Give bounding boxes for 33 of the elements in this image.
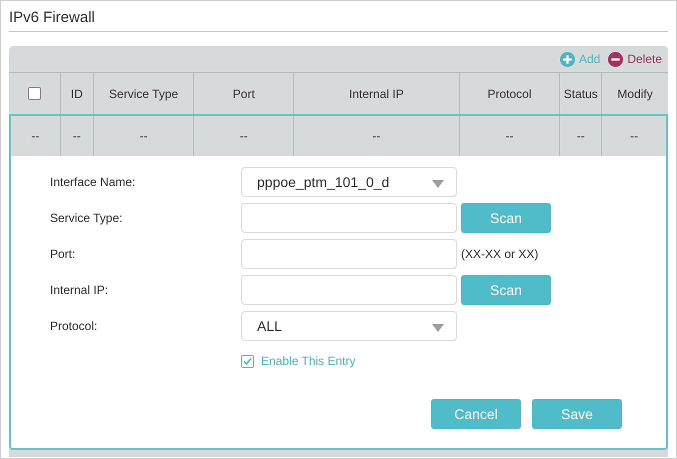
scan-button[interactable]: Scan — [461, 275, 551, 305]
input-field[interactable] — [241, 239, 457, 269]
input-field[interactable] — [241, 203, 457, 233]
checkbox[interactable] — [241, 354, 254, 368]
dropdown[interactable]: pppoe_ptm_101_0_d — [241, 167, 457, 197]
caret-icon — [432, 324, 444, 332]
checkbox[interactable] — [28, 87, 41, 100]
field-label: Port: — [50, 246, 76, 263]
column-header: Port — [194, 73, 294, 114]
cancel-button[interactable]: Cancel — [431, 399, 521, 429]
checkbox-label: Enable This Entry — [261, 353, 356, 370]
input-field[interactable] — [241, 275, 457, 305]
table-cell-text: -- — [629, 128, 640, 145]
column-header: ID — [60, 73, 94, 114]
dropdown[interactable]: ALL — [241, 311, 457, 341]
port-hint: (XX-XX or XX) — [461, 246, 538, 263]
field-label: Protocol: — [50, 318, 98, 335]
column-header: Protocol — [460, 73, 560, 114]
field-label: Service Type: — [50, 210, 124, 227]
plus-icon — [560, 52, 575, 66]
scan-button[interactable]: Scan — [461, 203, 551, 233]
column-header: Internal IP — [294, 73, 460, 114]
delete-button[interactable]: Delete — [608, 50, 662, 68]
minus-icon — [608, 52, 624, 66]
page-title: IPv6 Firewall — [9, 8, 96, 28]
field-label: Interface Name: — [50, 174, 136, 191]
column-header: Service Type — [94, 73, 194, 114]
column-header: Status — [560, 73, 602, 114]
save-button[interactable]: Save — [532, 399, 622, 429]
field-label: Internal IP: — [50, 282, 110, 299]
column-header: Modify — [616, 86, 654, 102]
add-button[interactable]: Add — [560, 50, 600, 68]
caret-icon — [432, 180, 444, 188]
